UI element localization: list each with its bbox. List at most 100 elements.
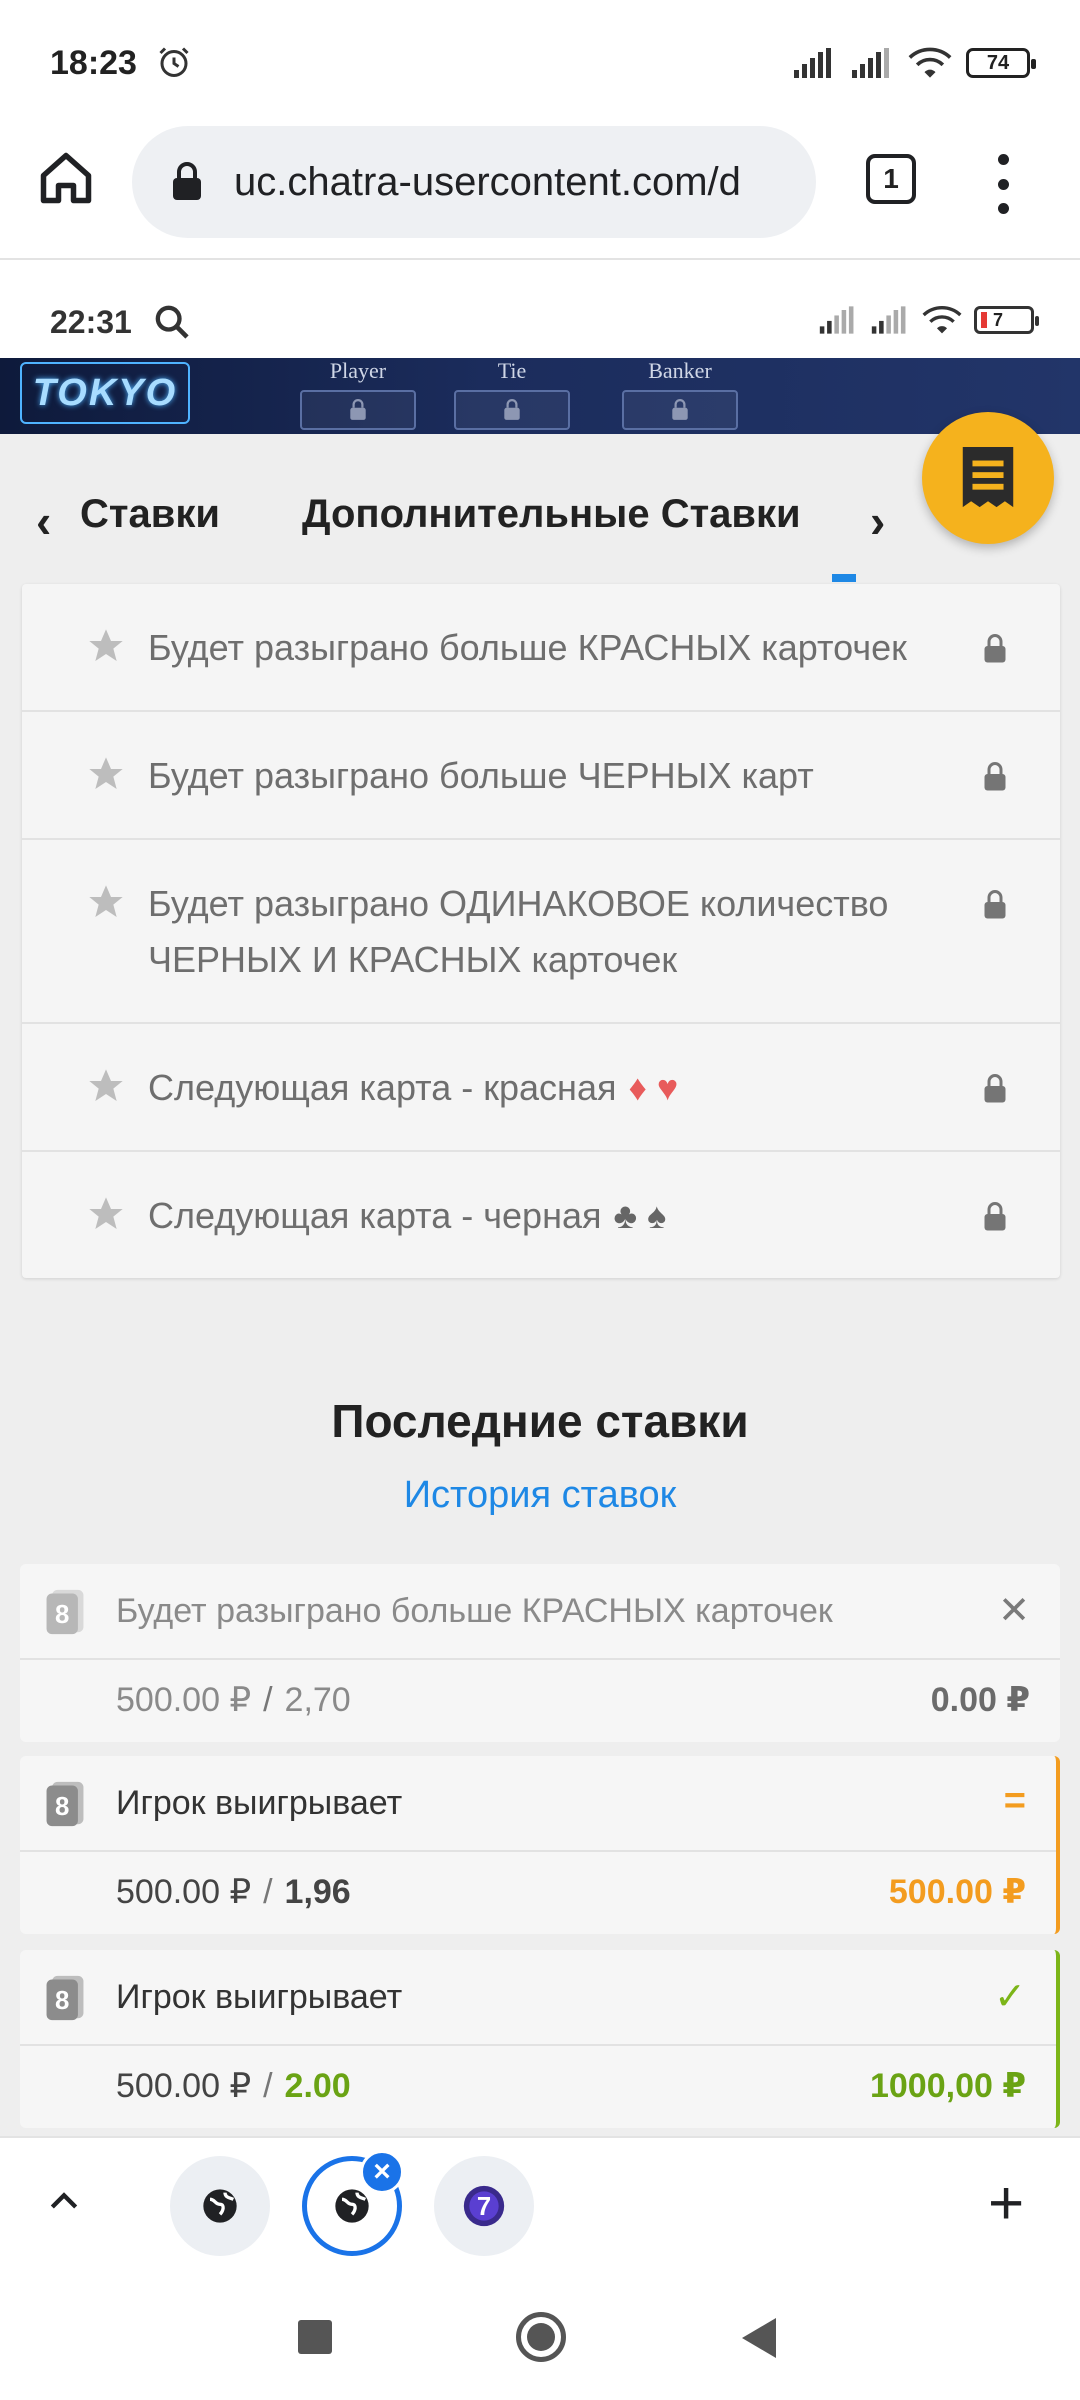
player-column[interactable]: Player [300,358,416,430]
signal-icon-inner [819,306,854,334]
status-time: 18:23 [50,44,137,82]
recent-bet-card: 8 Игрок выигрывает = 500.00 ₽/1,96 500.0… [20,1756,1060,1934]
recent-bet-payout: 1000,00 ₽ [869,2067,1026,2105]
signal-icon [794,48,831,78]
lock-icon [173,162,201,200]
battery-indicator: 74 [966,48,1036,78]
list-item[interactable]: Будет разыграно больше КРАСНЫХ карточек [22,584,1060,712]
baccarat-card-icon: 8 [46,1589,84,1635]
recent-bet-stake: 500.00 ₽/1,96 [116,1873,351,1911]
recent-bet-stake: 500.00 ₽/2,70 [116,1681,351,1719]
alarm-icon [159,47,189,77]
url-text[interactable]: uc.chatra-usercontent.com/d [234,160,804,205]
chevron-up-icon[interactable] [44,2182,84,2222]
baccarat-card-icon: 8 [46,1975,84,2021]
game-banner: TOKYO Player Tie Banker [0,358,1080,434]
back-button[interactable] [742,2318,776,2358]
chevron-right-icon[interactable]: › [870,494,885,548]
address-bar[interactable]: uc.chatra-usercontent.com/d [132,126,816,238]
star-icon[interactable] [86,754,126,794]
bet-label: Следующая карта - красная ♦ ♥ [148,1067,679,1108]
bet-label: Следующая карта - черная ♣ ♠ [148,1195,667,1236]
tab-bets[interactable]: Ставки [80,492,220,537]
side-bets-list: Будет разыграно больше КРАСНЫХ карточек … [22,584,1060,1278]
recents-button[interactable] [298,2320,332,2354]
lock-icon [984,1202,1006,1231]
equals-icon: = [1003,1780,1026,1822]
red-suits-icon: ♦ ♥ [628,1067,679,1108]
globe-icon [335,2189,369,2223]
wifi-icon [908,47,952,78]
bet-history-link[interactable]: История ставок [0,1474,1080,1517]
tab-strip: × 7 + [0,2136,1080,2272]
chevron-left-icon[interactable]: ‹ [36,494,51,548]
inner-status-indicators: 7 [818,304,1039,336]
receipt-icon [962,446,1014,508]
bet-category-tabs: ‹ Ставки Дополнительные Ставки › [0,434,1080,584]
list-item[interactable]: Следующая карта - черная ♣ ♠ [22,1152,1060,1278]
tie-lock-icon [454,390,570,430]
status-indicators: 74 [792,46,1036,80]
home-icon[interactable] [36,148,96,208]
system-nav-bar [0,2272,1080,2400]
search-icon [155,305,189,339]
recent-bet-name: Игрок выигрывает [116,1978,403,2016]
browser-toolbar: uc.chatra-usercontent.com/d 1 [0,110,1080,260]
lock-icon [984,762,1006,791]
star-icon[interactable] [86,882,126,922]
tab-indicator [832,574,856,582]
star-icon[interactable] [86,1066,126,1106]
svg-text:8: 8 [55,1987,69,2015]
lock-icon [984,890,1006,919]
list-item[interactable]: Будет разыграно больше ЧЕРНЫХ карт [22,712,1060,840]
casino-7-icon: 7 [463,2185,505,2227]
tab-favicon-1[interactable] [170,2156,270,2256]
checkmark-icon: ✓ [994,1976,1026,2018]
recent-bet-stake: 500.00 ₽/2.00 [116,2067,351,2105]
recent-bet-payout: 500.00 ₽ [888,1873,1026,1911]
list-item[interactable]: Будет разыграно ОДИНАКОВОЕ количество ЧЕ… [22,840,1060,1024]
wifi-icon-inner [922,306,962,334]
svg-text:8: 8 [55,1601,69,1629]
lock-icon [984,1074,1006,1103]
banker-column[interactable]: Banker [622,358,738,430]
player-lock-icon [300,390,416,430]
star-icon[interactable] [86,1194,126,1234]
black-suits-icon: ♣ ♠ [613,1195,667,1236]
baccarat-card-icon: 8 [46,1781,84,1827]
close-tab-icon[interactable]: × [360,2150,404,2194]
recent-bets-title: Последние ставки [331,1395,749,1447]
lock-icon [984,634,1006,663]
tab-favicon-3[interactable]: 7 [434,2156,534,2256]
svg-text:7: 7 [477,2193,491,2221]
tie-column[interactable]: Tie [454,358,570,430]
list-item[interactable]: Следующая карта - красная ♦ ♥ [22,1024,1060,1152]
tab-additional-bets[interactable]: Дополнительные Ставки [302,492,801,537]
overflow-menu-icon[interactable] [990,154,1016,214]
bet-slip-button[interactable] [922,412,1054,544]
battery-indicator-inner: 7 [974,306,1039,334]
recent-bet-name: Игрок выигрывает [116,1784,403,1822]
bet-label: Будет разыграно ОДИНАКОВОЕ количество ЧЕ… [148,883,889,980]
globe-icon [203,2189,237,2223]
banker-lock-icon [622,390,738,430]
close-icon[interactable]: ✕ [998,1588,1030,1633]
recent-bet-card: 8 Игрок выигрывает ✓ 500.00 ₽/2.00 1000,… [20,1950,1060,2128]
bet-label: Будет разыграно больше ЧЕРНЫХ карт [148,755,814,796]
tab-switcher-button[interactable]: 1 [866,154,916,204]
signal-icon-inner-2 [871,306,906,334]
star-icon[interactable] [86,626,126,666]
signal-icon-2 [852,48,889,78]
inner-status-time: 22:31 [50,304,132,340]
new-tab-button[interactable]: + [988,2168,1024,2239]
status-bar: 18:23 74 [0,0,1080,110]
recent-bet-card: 8 Будет разыграно больше КРАСНЫХ карточе… [20,1564,1060,1742]
bet-label: Будет разыграно больше КРАСНЫХ карточек [148,627,907,668]
tokyo-logo: TOKYO [20,362,190,424]
main-content: ‹ Ставки Дополнительные Ставки › Будет р… [0,434,1080,2136]
recent-bet-name: Будет разыграно больше КРАСНЫХ карточек [116,1592,833,1630]
inner-status-bar: 22:31 7 [0,262,1080,358]
home-button[interactable] [516,2312,566,2362]
svg-text:8: 8 [55,1793,69,1821]
recent-bet-payout: 0.00 ₽ [930,1681,1030,1719]
